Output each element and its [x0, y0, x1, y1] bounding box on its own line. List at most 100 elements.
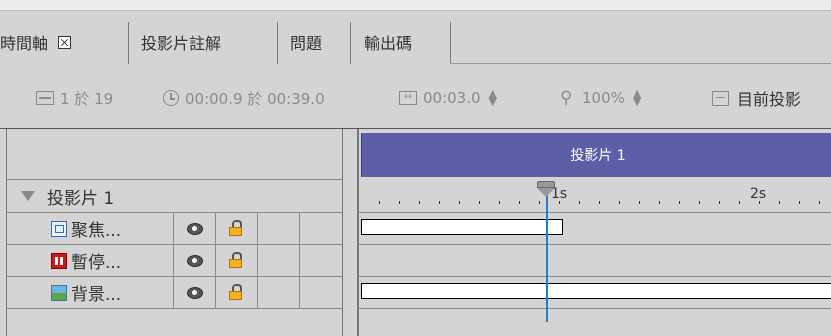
lock-icon[interactable]	[229, 284, 243, 300]
tab-problems[interactable]: 問題	[290, 20, 322, 64]
tab-output-code-label: 輸出碼	[364, 34, 413, 53]
slide-header-bar[interactable]: 投影片 1	[361, 133, 831, 177]
ruler-tick	[419, 201, 420, 204]
ruler-tick	[439, 201, 440, 204]
column-divider	[257, 245, 258, 276]
tab-timeline[interactable]: 時間軸	[0, 20, 126, 64]
ruler-tick	[739, 201, 740, 204]
tab-bar-underline	[450, 63, 831, 64]
timeline-row	[359, 245, 831, 277]
layer-name-text: 背景...	[71, 285, 122, 305]
duration-text: 00:03.0	[423, 89, 481, 107]
ruler-tick	[799, 201, 800, 204]
clock-icon	[163, 90, 179, 106]
column-divider	[173, 245, 174, 276]
ruler-tick	[619, 201, 620, 204]
ruler-tick	[679, 201, 680, 204]
timeline-row	[359, 277, 831, 309]
time-position: 00:00.9 於 00:39.0	[163, 76, 325, 120]
tab-timeline-label: 時間軸	[0, 34, 49, 53]
layer-name: 暫停...	[51, 245, 121, 276]
ruler-tick	[459, 201, 460, 204]
column-divider	[215, 213, 216, 244]
ruler-tick	[779, 201, 780, 204]
duration-icon: ↔	[399, 91, 417, 105]
eye-icon[interactable]	[187, 285, 203, 299]
ruler-tick	[639, 201, 640, 204]
column-divider	[299, 245, 300, 276]
ruler-tick	[659, 201, 660, 204]
magnifier-icon: ⚲	[560, 88, 573, 108]
pause-icon	[51, 252, 67, 269]
layer-row[interactable]: 聚焦...	[7, 213, 342, 245]
close-icon[interactable]	[58, 35, 72, 49]
expand-triangle-icon[interactable]	[21, 191, 35, 201]
ruler-tick	[479, 201, 480, 204]
layer-header	[7, 129, 342, 180]
top-edge	[0, 0, 831, 11]
zoom-stepper-icon[interactable]: ▲ ▼	[633, 88, 641, 107]
ruler-tick	[579, 201, 580, 204]
ruler-tick	[539, 201, 540, 204]
layer-group-slide[interactable]: 投影片 1	[7, 180, 342, 213]
ruler-tick	[759, 201, 760, 204]
tab-divider	[128, 22, 129, 64]
tab-output-code[interactable]: 輸出碼	[364, 20, 412, 64]
time-position-text: 00:00.9 於 00:39.0	[185, 89, 325, 108]
column-divider	[299, 213, 300, 244]
background-bar[interactable]	[361, 283, 831, 299]
ruler-tick	[699, 201, 700, 204]
playhead-handle[interactable]	[537, 181, 555, 197]
column-divider	[173, 213, 174, 244]
playhead-line	[546, 186, 548, 322]
tab-slide-notes-label: 投影片註解	[141, 34, 222, 53]
duration-stepper-icon[interactable]: ▲ ▼	[489, 88, 497, 107]
ruler-tick	[819, 201, 820, 204]
timeline-panel: 投影片 1 1s 2s	[357, 129, 831, 336]
lock-icon[interactable]	[229, 252, 243, 268]
layer-name-text: 暫停...	[71, 253, 122, 273]
current-slide-icon	[712, 90, 729, 106]
layer-name: 聚焦...	[51, 213, 121, 244]
ruler-tick	[519, 201, 520, 204]
background-image-icon	[51, 284, 67, 301]
timeline-toolbar: 1 於 19 00:00.9 於 00:39.0 ↔ 00:03.0 ▲ ▼ ⚲ …	[0, 76, 831, 120]
column-divider	[215, 245, 216, 276]
column-divider	[257, 277, 258, 308]
timeline-row	[359, 213, 831, 245]
ruler-tick	[379, 201, 380, 204]
slide-frame-icon	[36, 91, 54, 105]
tab-divider	[450, 22, 451, 64]
duration-field[interactable]: ↔ 00:03.0 ▲ ▼	[399, 76, 497, 120]
current-slide-label: 目前投影	[737, 90, 802, 109]
slide-header-label: 投影片 1	[570, 148, 626, 164]
focus-area-icon	[51, 220, 67, 237]
layer-panel: 投影片 1 聚焦... 暫停... 背景...	[6, 129, 343, 336]
column-divider	[257, 213, 258, 244]
lock-icon[interactable]	[229, 220, 243, 236]
layer-row[interactable]: 暫停...	[7, 245, 342, 277]
column-divider	[173, 277, 174, 308]
zoom-field[interactable]: ⚲ 100% ▲ ▼	[560, 76, 641, 120]
eye-icon[interactable]	[187, 221, 203, 235]
eye-icon[interactable]	[187, 253, 203, 267]
ruler-tick	[559, 201, 560, 204]
tab-slide-notes[interactable]: 投影片註解	[141, 20, 221, 64]
ruler-label-2s: 2s	[750, 186, 767, 202]
zoom-text: 100%	[582, 89, 625, 107]
slide-position-text: 1 於 19	[60, 89, 114, 108]
layer-name: 背景...	[51, 277, 121, 308]
tab-problems-label: 問題	[290, 34, 323, 53]
layer-row[interactable]: 背景...	[7, 277, 342, 309]
layer-group-label: 投影片 1	[47, 188, 115, 209]
time-ruler[interactable]: 1s 2s	[359, 180, 831, 213]
slide-position: 1 於 19	[36, 76, 113, 120]
focus-area-bar[interactable]	[361, 219, 563, 235]
current-slide-button[interactable]: 目前投影	[712, 76, 801, 120]
tab-divider	[350, 22, 351, 64]
ruler-tick	[719, 201, 720, 204]
ruler-tick	[599, 201, 600, 204]
column-divider	[299, 277, 300, 308]
panel-tab-bar: 時間軸 投影片註解 問題 輸出碼	[0, 20, 831, 64]
column-divider	[215, 277, 216, 308]
